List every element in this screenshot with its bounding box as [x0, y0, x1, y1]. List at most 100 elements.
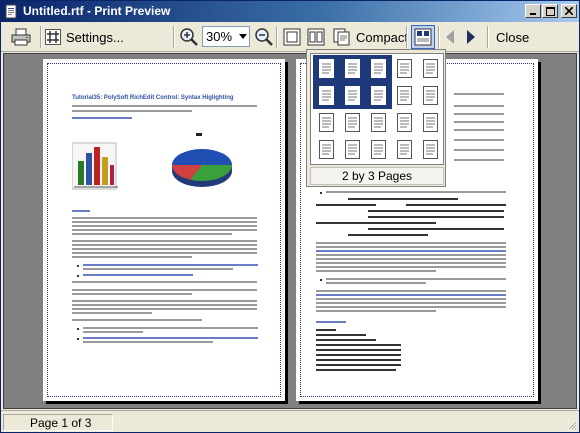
page-layout-cell[interactable] — [417, 109, 444, 136]
zoom-dropdown-button[interactable] — [236, 27, 249, 46]
minimize-button[interactable] — [525, 4, 541, 18]
page-icon — [319, 86, 334, 105]
text-line — [454, 121, 504, 123]
text-line — [316, 298, 506, 300]
page-layout-cell[interactable] — [339, 136, 366, 163]
page-icon — [319, 113, 334, 132]
page-layout-cell[interactable] — [339, 82, 366, 109]
preview-area[interactable]: Tutorial35: PolySoft RichEdit Control: S… — [3, 53, 577, 409]
page-1: Tutorial35: PolySoft RichEdit Control: S… — [43, 59, 285, 401]
one-page-icon — [283, 28, 301, 46]
compact-button[interactable]: Compact — [333, 25, 408, 49]
text-line — [72, 229, 257, 231]
page-layout-cell[interactable] — [417, 55, 444, 82]
page-layout-cell[interactable] — [417, 136, 444, 163]
settings-button[interactable]: Settings... — [45, 25, 124, 49]
text-line — [326, 282, 426, 284]
maximize-button[interactable] — [542, 4, 558, 18]
print-preview-window: Untitled.rtf - Print Preview Settings...… — [0, 0, 580, 433]
previous-page-button[interactable] — [444, 25, 462, 49]
settings-icon — [45, 29, 61, 45]
toolbar-separator — [438, 26, 440, 48]
text-line — [454, 129, 504, 131]
text-line — [72, 252, 257, 254]
text-line — [316, 270, 436, 272]
window-title: Untitled.rtf - Print Preview — [23, 4, 171, 18]
text-line — [316, 294, 506, 296]
status-panel: Page 1 of 3 — [3, 414, 113, 431]
multi-page-button[interactable] — [411, 25, 435, 49]
page-layout-cell[interactable] — [365, 136, 392, 163]
close-window-button[interactable] — [561, 4, 577, 18]
two-pages-button[interactable] — [307, 25, 329, 49]
resize-grip-icon[interactable] — [565, 418, 577, 430]
text-line — [72, 217, 257, 219]
toolbar-separator — [487, 26, 489, 48]
code-line — [316, 344, 401, 346]
text-line — [316, 250, 506, 252]
doc-heading: Tutorial35: PolySoft RichEdit Control: S… — [72, 95, 234, 101]
close-label: Close — [496, 29, 530, 45]
page-icon — [371, 86, 386, 105]
bullet — [77, 338, 79, 340]
text-line — [72, 210, 90, 212]
page-icon — [423, 59, 438, 78]
page-icon — [371, 140, 386, 159]
title-bar[interactable]: Untitled.rtf - Print Preview — [1, 1, 579, 22]
page-icon — [345, 140, 360, 159]
page-layout-cell[interactable] — [391, 82, 418, 109]
page-layout-cell[interactable] — [391, 109, 418, 136]
page-icon — [397, 59, 412, 78]
zoom-value: 30% — [206, 29, 233, 44]
page-layout-cell[interactable] — [365, 109, 392, 136]
bullet — [320, 192, 322, 194]
text-line — [72, 221, 257, 223]
page-layout-cell[interactable] — [313, 136, 340, 163]
code-line — [316, 334, 366, 336]
code-line — [316, 339, 376, 341]
code-line — [316, 222, 436, 224]
page-layout-cell[interactable] — [313, 82, 340, 109]
print-button[interactable] — [11, 25, 35, 49]
text-line — [72, 308, 257, 310]
page-layout-cell[interactable] — [365, 82, 392, 109]
page-layout-cell[interactable] — [365, 55, 392, 82]
page-layout-cell[interactable] — [339, 55, 366, 82]
code-line — [368, 228, 504, 230]
page-layout-cell[interactable] — [313, 55, 340, 82]
text-line — [316, 242, 506, 244]
page-icon — [423, 86, 438, 105]
toolbar-separator — [276, 26, 278, 48]
page-icon — [345, 86, 360, 105]
toolbar: Settings... Compact Close — [1, 22, 579, 52]
zoom-combo[interactable]: 30% — [202, 26, 250, 47]
text-line — [72, 110, 192, 112]
close-preview-button[interactable]: Close — [491, 25, 529, 49]
text-line — [83, 331, 143, 333]
maximize-icon — [545, 6, 555, 16]
page-layout-cell[interactable] — [339, 109, 366, 136]
next-page-button[interactable] — [465, 25, 483, 49]
zoom-out-button[interactable] — [254, 25, 276, 49]
page-layout-cell[interactable] — [417, 82, 444, 109]
text-line — [316, 262, 506, 264]
code-line — [348, 234, 428, 236]
page-layout-grid[interactable] — [310, 53, 444, 165]
page-layout-cell[interactable] — [391, 136, 418, 163]
text-line — [83, 268, 233, 270]
page-layout-cell[interactable] — [391, 55, 418, 82]
text-line — [316, 302, 506, 304]
toolbar-separator — [173, 26, 175, 48]
multi-page-icon — [414, 28, 432, 46]
zoom-in-icon — [180, 28, 198, 46]
text-line — [72, 312, 152, 314]
minimize-icon — [530, 13, 536, 15]
zoom-in-button[interactable] — [179, 25, 201, 49]
one-page-button[interactable] — [283, 25, 305, 49]
page-icon — [423, 113, 438, 132]
printer-icon — [11, 28, 31, 46]
page-icon — [345, 59, 360, 78]
page-layout-cell[interactable] — [313, 109, 340, 136]
page-icon — [397, 140, 412, 159]
text-line — [72, 105, 257, 107]
